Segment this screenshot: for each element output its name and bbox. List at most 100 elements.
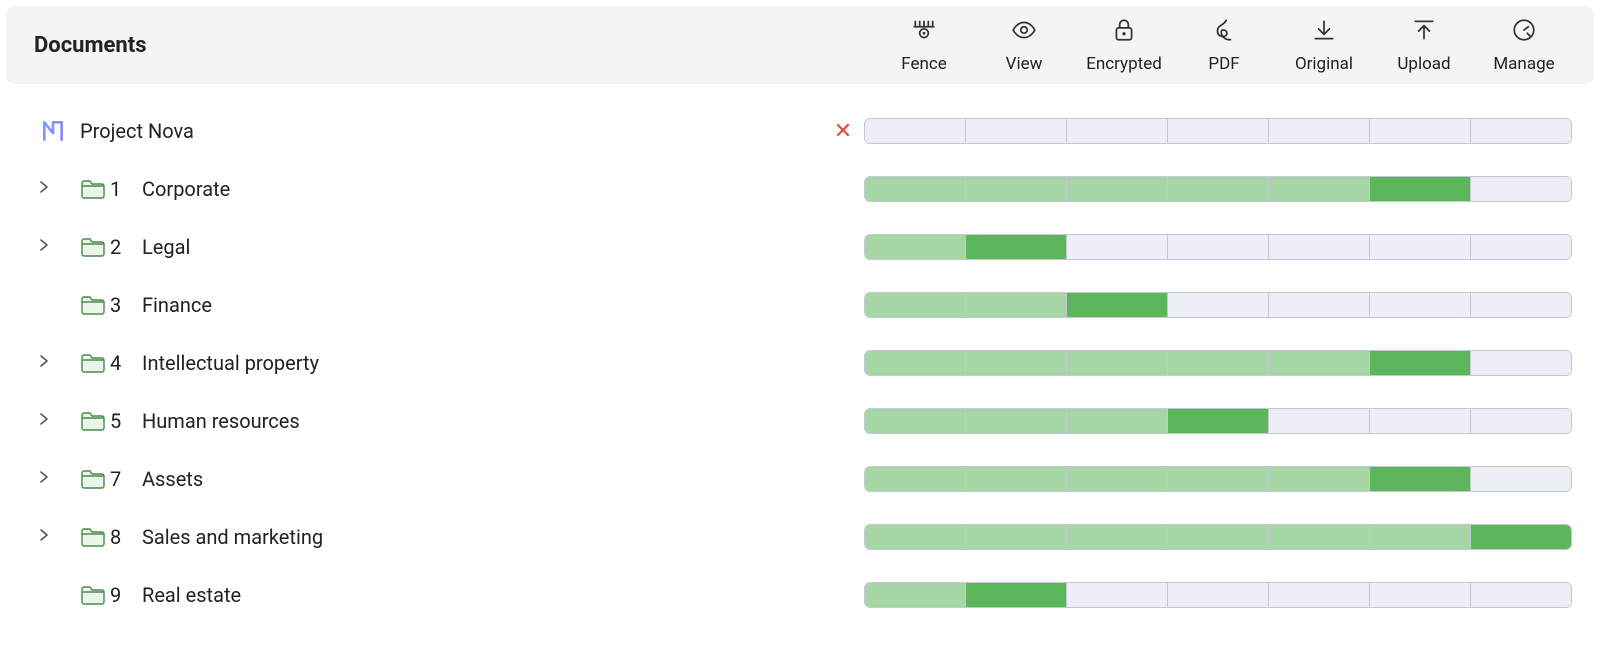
perm-cell[interactable] xyxy=(1067,525,1168,549)
perm-cell[interactable] xyxy=(865,351,966,375)
perm-cell[interactable] xyxy=(1370,467,1471,491)
folder-row[interactable]: 4Intellectual property xyxy=(32,334,1572,392)
perm-cell[interactable] xyxy=(1269,235,1370,259)
perm-cell[interactable] xyxy=(865,177,966,201)
permissions-grid[interactable] xyxy=(864,234,1572,260)
chevron-right-icon[interactable] xyxy=(38,355,50,371)
fence-action[interactable]: Fence xyxy=(874,17,974,74)
folder-row[interactable]: 8Sales and marketing xyxy=(32,508,1572,566)
view-action[interactable]: View xyxy=(974,17,1074,74)
permissions-grid[interactable] xyxy=(864,350,1572,376)
perm-cell[interactable] xyxy=(1168,351,1269,375)
perm-cell[interactable] xyxy=(865,409,966,433)
perm-cell[interactable] xyxy=(1370,409,1471,433)
folder-row[interactable]: 7Assets xyxy=(32,450,1572,508)
perm-cell[interactable] xyxy=(1067,177,1168,201)
perm-cell[interactable] xyxy=(1370,583,1471,607)
perm-cell[interactable] xyxy=(1269,351,1370,375)
expander[interactable] xyxy=(32,181,56,197)
perm-cell[interactable] xyxy=(1067,119,1168,143)
perm-cell[interactable] xyxy=(1168,293,1269,317)
original-action[interactable]: Original xyxy=(1274,17,1374,74)
perm-cell[interactable] xyxy=(865,467,966,491)
permissions-grid[interactable] xyxy=(864,466,1572,492)
perm-cell[interactable] xyxy=(1067,235,1168,259)
perm-cell[interactable] xyxy=(1168,119,1269,143)
chevron-right-icon[interactable] xyxy=(38,239,50,255)
perm-cell[interactable] xyxy=(1370,525,1471,549)
perm-cell[interactable] xyxy=(1269,467,1370,491)
expander[interactable] xyxy=(32,413,56,429)
chevron-right-icon[interactable] xyxy=(38,181,50,197)
perm-cell[interactable] xyxy=(1269,119,1370,143)
perm-cell[interactable] xyxy=(1269,583,1370,607)
upload-action[interactable]: Upload xyxy=(1374,17,1474,74)
permissions-grid-root[interactable] xyxy=(864,118,1572,144)
perm-cell[interactable] xyxy=(865,235,966,259)
perm-cell[interactable] xyxy=(1471,235,1571,259)
perm-cell[interactable] xyxy=(1067,293,1168,317)
close-icon[interactable]: ✕ xyxy=(828,119,858,144)
perm-cell[interactable] xyxy=(966,351,1067,375)
pdf-action[interactable]: PDF xyxy=(1174,17,1274,74)
perm-cell[interactable] xyxy=(1370,177,1471,201)
perm-cell[interactable] xyxy=(1168,177,1269,201)
perm-cell[interactable] xyxy=(1067,409,1168,433)
folder-row[interactable]: 2Legal xyxy=(32,218,1572,276)
expander[interactable] xyxy=(32,355,56,371)
chevron-right-icon[interactable] xyxy=(38,471,50,487)
folder-row[interactable]: 5Human resources xyxy=(32,392,1572,450)
perm-cell[interactable] xyxy=(865,525,966,549)
permissions-grid[interactable] xyxy=(864,292,1572,318)
perm-cell[interactable] xyxy=(1168,409,1269,433)
permissions-grid[interactable] xyxy=(864,408,1572,434)
perm-cell[interactable] xyxy=(1471,293,1571,317)
perm-cell[interactable] xyxy=(1067,467,1168,491)
perm-cell[interactable] xyxy=(1168,235,1269,259)
perm-cell[interactable] xyxy=(1471,177,1571,201)
expander[interactable] xyxy=(32,471,56,487)
perm-cell[interactable] xyxy=(966,409,1067,433)
perm-cell[interactable] xyxy=(1471,119,1571,143)
permissions-grid[interactable] xyxy=(864,524,1572,550)
perm-cell[interactable] xyxy=(966,467,1067,491)
perm-cell[interactable] xyxy=(966,177,1067,201)
perm-cell[interactable] xyxy=(966,235,1067,259)
perm-cell[interactable] xyxy=(1370,119,1471,143)
perm-cell[interactable] xyxy=(1471,583,1571,607)
perm-cell[interactable] xyxy=(1067,583,1168,607)
perm-cell[interactable] xyxy=(865,583,966,607)
perm-cell[interactable] xyxy=(1269,525,1370,549)
perm-cell[interactable] xyxy=(1471,467,1571,491)
perm-cell[interactable] xyxy=(1168,583,1269,607)
perm-cell[interactable] xyxy=(1168,467,1269,491)
folder-row[interactable]: 9Real estate xyxy=(32,566,1572,624)
folder-row[interactable]: 3Finance xyxy=(32,276,1572,334)
perm-cell[interactable] xyxy=(1471,525,1571,549)
perm-cell[interactable] xyxy=(1269,293,1370,317)
perm-cell[interactable] xyxy=(1471,409,1571,433)
chevron-right-icon[interactable] xyxy=(38,529,50,545)
perm-cell[interactable] xyxy=(966,583,1067,607)
perm-cell[interactable] xyxy=(1067,351,1168,375)
perm-cell[interactable] xyxy=(865,293,966,317)
expander[interactable] xyxy=(32,239,56,255)
encrypted-action[interactable]: Encrypted xyxy=(1074,17,1174,74)
perm-cell[interactable] xyxy=(1269,409,1370,433)
perm-cell[interactable] xyxy=(966,525,1067,549)
project-root-row[interactable]: Project Nova ✕ xyxy=(32,102,1572,160)
perm-cell[interactable] xyxy=(1370,351,1471,375)
perm-cell[interactable] xyxy=(865,119,966,143)
perm-cell[interactable] xyxy=(966,293,1067,317)
perm-cell[interactable] xyxy=(1269,177,1370,201)
perm-cell[interactable] xyxy=(1370,235,1471,259)
chevron-right-icon[interactable] xyxy=(38,413,50,429)
permissions-grid[interactable] xyxy=(864,176,1572,202)
expander[interactable] xyxy=(32,529,56,545)
perm-cell[interactable] xyxy=(1471,351,1571,375)
perm-cell[interactable] xyxy=(1168,525,1269,549)
perm-cell[interactable] xyxy=(966,119,1067,143)
perm-cell[interactable] xyxy=(1370,293,1471,317)
folder-row[interactable]: 1Corporate xyxy=(32,160,1572,218)
permissions-grid[interactable] xyxy=(864,582,1572,608)
